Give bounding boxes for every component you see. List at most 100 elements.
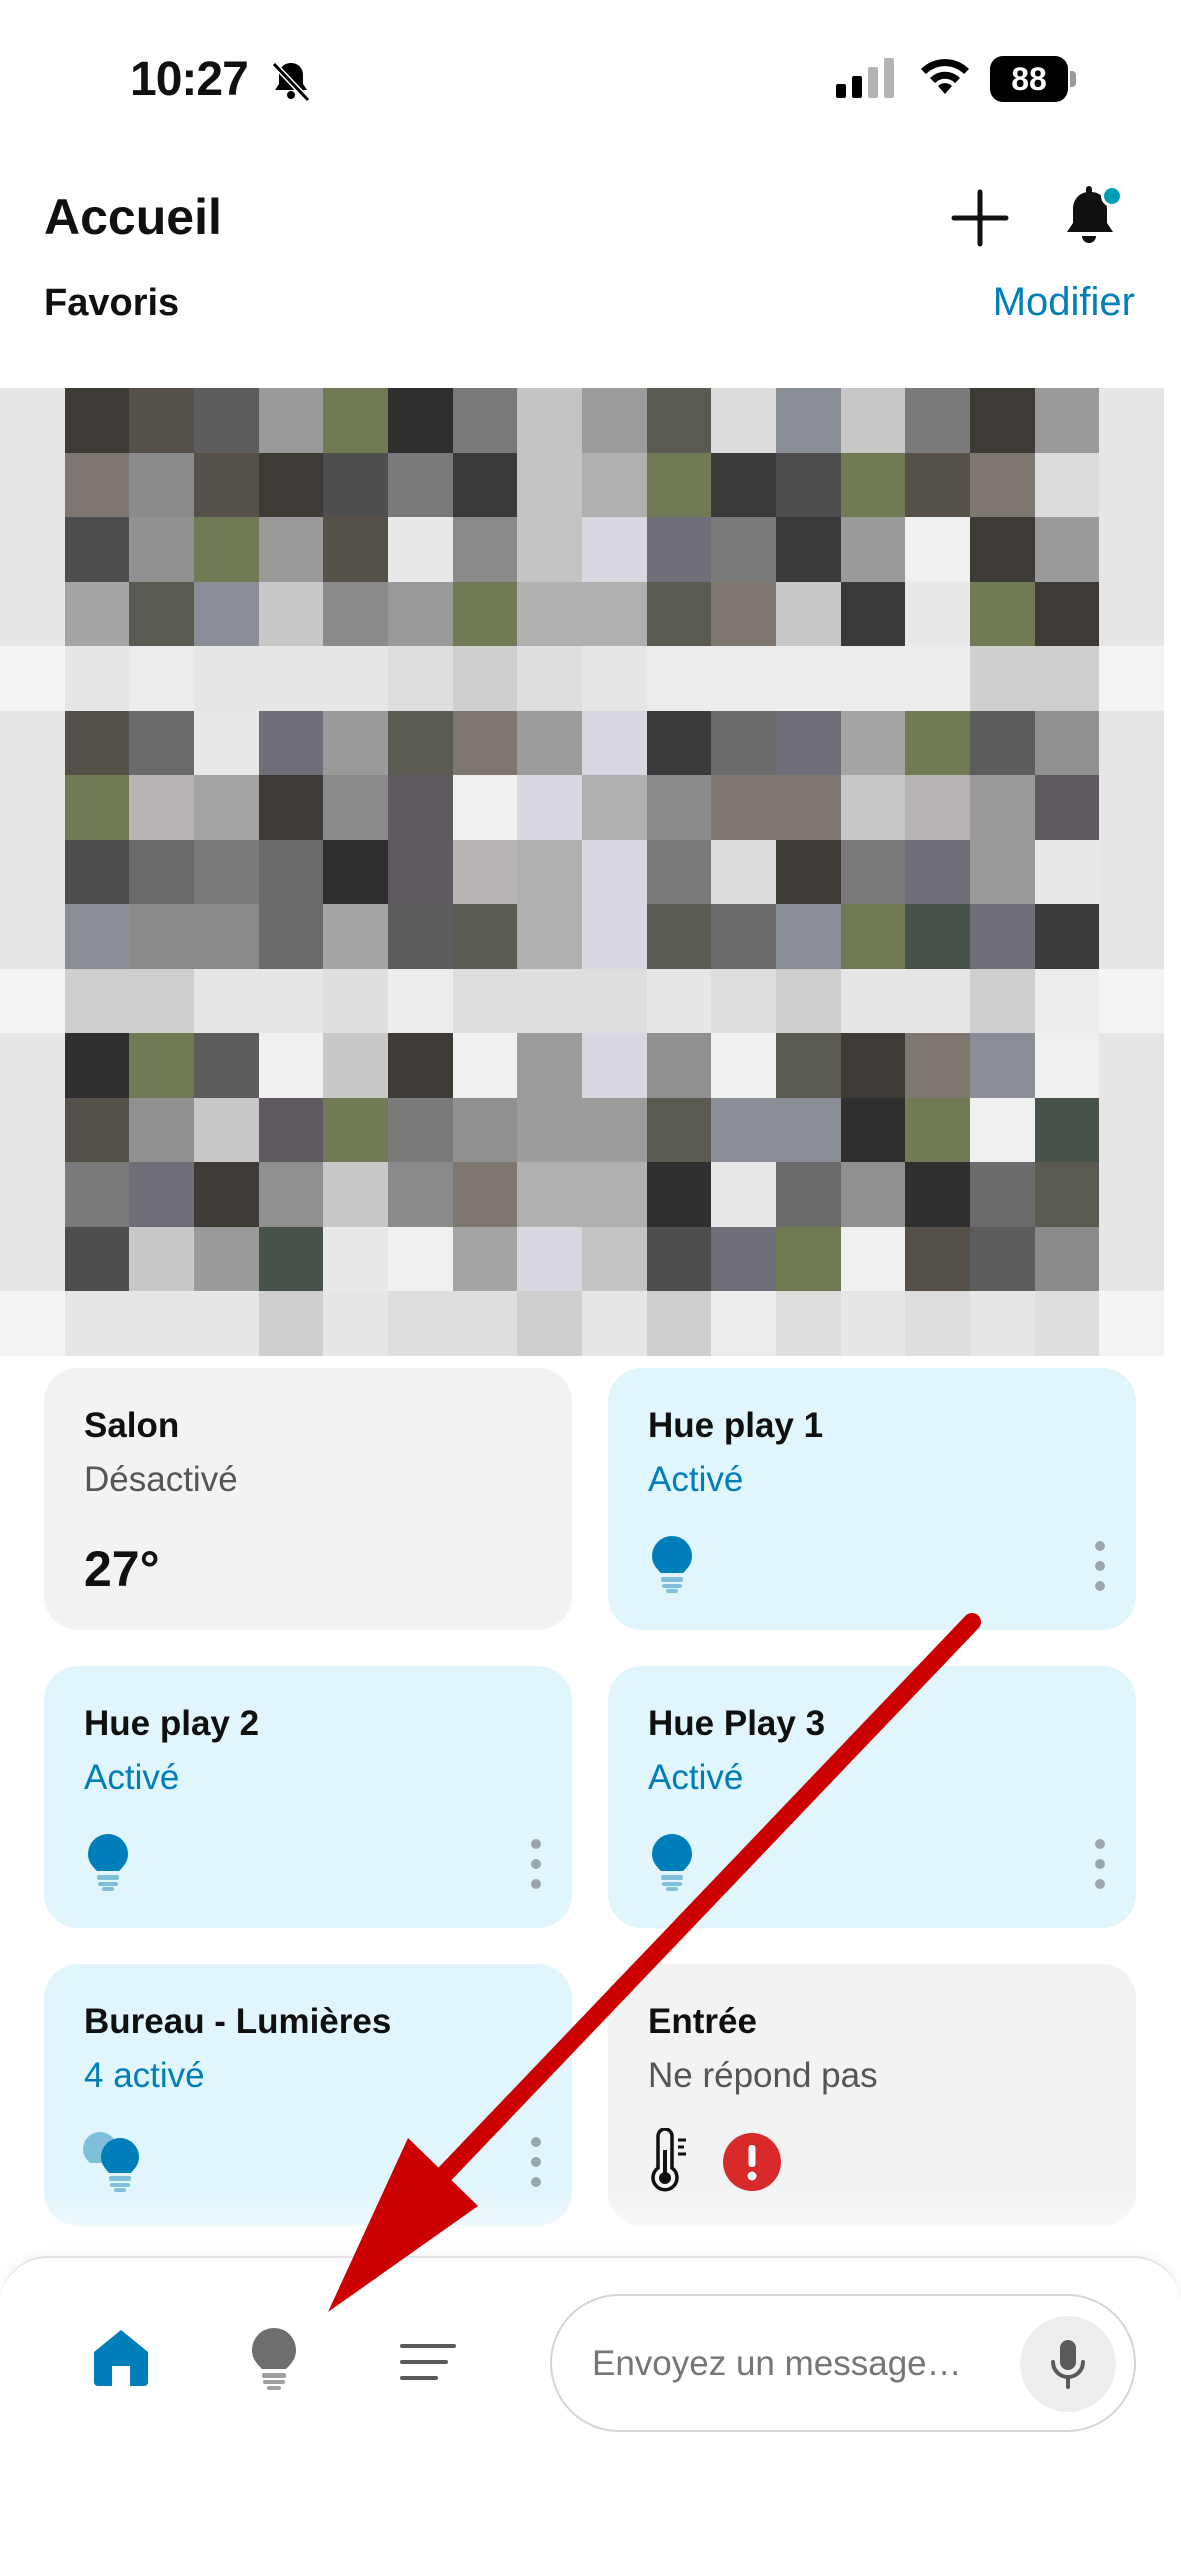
tile-hue-play-3[interactable]: Hue Play 3 Activé <box>608 1666 1136 1928</box>
more-options-icon[interactable] <box>526 2134 546 2190</box>
camera-pixel <box>905 388 970 453</box>
camera-pixel <box>646 904 712 969</box>
camera-pixel <box>64 1291 130 1356</box>
camera-pixel <box>711 1097 776 1163</box>
camera-pixel <box>581 904 647 969</box>
camera-pixel <box>969 646 1035 711</box>
home-icon[interactable] <box>90 2326 152 2388</box>
camera-pixel <box>129 1162 194 1227</box>
camera-pixel <box>905 1226 970 1292</box>
camera-pixel <box>711 710 776 776</box>
camera-pixel <box>64 710 130 776</box>
tile-salon[interactable]: Salon Désactivé 27° <box>44 1368 572 1630</box>
camera-pixel <box>387 775 453 840</box>
camera-feed-blurred[interactable] <box>0 388 1164 1356</box>
tile-title: Salon <box>84 1406 180 1445</box>
camera-pixel <box>905 452 970 518</box>
camera-pixel <box>517 775 582 840</box>
tile-title: Hue play 2 <box>84 1704 260 1743</box>
camera-pixel <box>1099 1097 1164 1163</box>
camera-pixel <box>0 646 65 711</box>
camera-pixel <box>840 1033 906 1098</box>
camera-pixel <box>387 646 453 711</box>
tile-entree[interactable]: Entrée Ne répond pas <box>608 1964 1136 2226</box>
camera-pixel <box>452 1291 518 1356</box>
camera-pixel <box>775 968 841 1034</box>
camera-pixel <box>193 904 259 969</box>
camera-pixel <box>129 710 194 776</box>
camera-pixel <box>0 904 65 969</box>
camera-pixel <box>64 1226 130 1292</box>
camera-pixel <box>323 581 388 647</box>
bell-icon[interactable] <box>1060 182 1126 254</box>
microphone-button[interactable] <box>1020 2316 1116 2412</box>
camera-pixel <box>905 775 970 840</box>
camera-pixel <box>905 1162 970 1227</box>
camera-pixel <box>1099 581 1164 647</box>
tile-hue-play-2[interactable]: Hue play 2 Activé <box>44 1666 572 1928</box>
camera-pixel <box>840 904 906 969</box>
camera-pixel <box>969 839 1035 905</box>
more-options-icon[interactable] <box>526 1836 546 1892</box>
camera-pixel <box>711 1162 776 1227</box>
camera-pixel <box>1099 710 1164 776</box>
camera-pixel <box>0 1162 65 1227</box>
camera-pixel <box>1034 646 1100 711</box>
tile-status: Activé <box>648 1758 744 1797</box>
cellular-signal-icon <box>836 58 894 98</box>
camera-pixel <box>711 646 776 711</box>
battery-level: 88 <box>990 56 1068 102</box>
message-input[interactable] <box>592 2334 1012 2394</box>
camera-pixel <box>840 452 906 518</box>
menu-lines-icon[interactable] <box>398 2340 458 2384</box>
camera-pixel <box>258 388 324 453</box>
camera-pixel <box>711 452 776 518</box>
camera-pixel <box>969 710 1035 776</box>
tile-bureau-lumieres[interactable]: Bureau - Lumières 4 activé <box>44 1964 572 2226</box>
tile-hue-play-1[interactable]: Hue play 1 Activé <box>608 1368 1136 1630</box>
camera-pixel <box>905 1291 970 1356</box>
camera-pixel <box>323 968 388 1034</box>
camera-pixel <box>64 388 130 453</box>
camera-pixel <box>1034 710 1100 776</box>
camera-pixel <box>840 775 906 840</box>
camera-pixel <box>1034 968 1100 1034</box>
camera-pixel <box>775 388 841 453</box>
camera-pixel <box>129 1291 194 1356</box>
camera-pixel <box>452 904 518 969</box>
camera-pixel <box>323 904 388 969</box>
camera-pixel <box>387 1033 453 1098</box>
camera-pixel <box>581 581 647 647</box>
more-options-icon[interactable] <box>1090 1538 1110 1594</box>
lightbulb-icon[interactable] <box>248 2326 300 2392</box>
edit-favorites-link[interactable]: Modifier <box>993 280 1135 325</box>
camera-pixel <box>517 1162 582 1227</box>
camera-pixel <box>0 517 65 582</box>
camera-pixel <box>517 1033 582 1098</box>
camera-pixel <box>193 1226 259 1292</box>
camera-pixel <box>64 839 130 905</box>
camera-pixel <box>323 1033 388 1098</box>
camera-pixel <box>452 839 518 905</box>
camera-pixel <box>387 904 453 969</box>
plus-icon[interactable] <box>948 186 1012 250</box>
camera-pixel <box>387 710 453 776</box>
camera-pixel <box>711 904 776 969</box>
camera-pixel <box>129 1033 194 1098</box>
camera-pixel <box>323 452 388 518</box>
camera-pixel <box>840 839 906 905</box>
camera-pixel <box>0 581 65 647</box>
camera-pixel <box>775 517 841 582</box>
camera-pixel <box>905 710 970 776</box>
camera-pixel <box>1099 968 1164 1034</box>
tile-status: 4 activé <box>84 2056 205 2095</box>
camera-pixel <box>387 517 453 582</box>
camera-pixel <box>646 968 712 1034</box>
camera-pixel <box>387 1226 453 1292</box>
camera-pixel <box>64 452 130 518</box>
more-options-icon[interactable] <box>1090 1836 1110 1892</box>
camera-pixel <box>452 452 518 518</box>
camera-pixel <box>969 388 1035 453</box>
camera-pixel <box>517 388 582 453</box>
status-bar: 10:27 88 <box>0 0 1181 160</box>
